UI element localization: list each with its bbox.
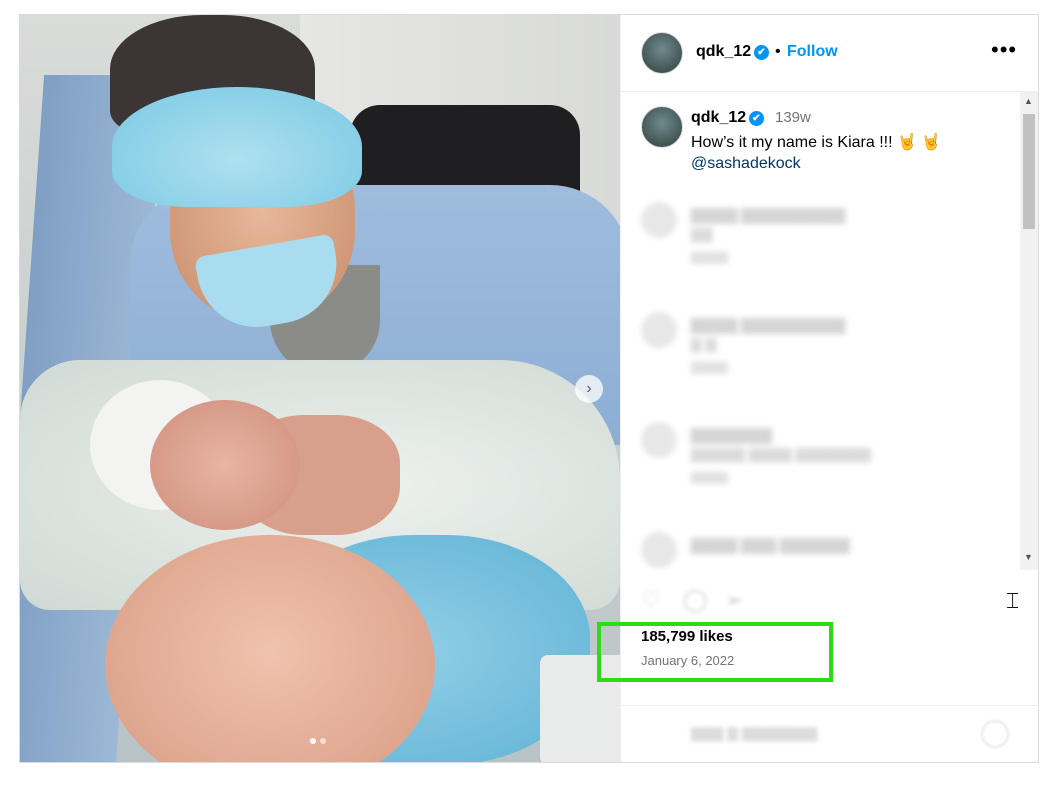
emoji-icon[interactable] (981, 720, 1009, 748)
comments-scrollbar[interactable]: ▲ ▼ (1020, 92, 1038, 570)
comment-text: ▇▇▇▇▇ ▇▇▇▇ ▇▇▇▇▇▇▇ (691, 446, 872, 462)
carousel-dot (320, 738, 326, 744)
author-username[interactable]: qdk_12 (696, 43, 751, 61)
comment-meta: ▇▇▇▇ (691, 360, 728, 374)
comment-item: ▇▇▇▇▇▇▇ ▇▇▇▇▇ ▇▇▇▇ ▇▇▇▇▇▇▇ ▇▇▇▇ (641, 422, 1001, 512)
follow-button[interactable]: Follow (787, 43, 838, 61)
comment-icon[interactable]: ◯ (683, 587, 708, 613)
add-comment-bar: ▇▇▇ ▇ ▇▇▇▇▇▇▇ (621, 705, 1039, 762)
comment-meta: ▇▇▇▇ (691, 470, 728, 484)
comment-text: ▇▇ (691, 226, 713, 242)
post-card: › qdk_12 ✔ • Follow ••• qdk_12 ✔ 139w Ho… (19, 14, 1039, 763)
caption-mention-link[interactable]: @sashadekock (691, 155, 801, 173)
scroll-up-icon[interactable]: ▲ (1024, 96, 1033, 106)
comment-meta: ▇▇▇▇ (691, 250, 728, 264)
share-icon[interactable]: ➢ (725, 587, 743, 613)
comment-text: ▇ ▇ (691, 336, 717, 352)
scrollbar-thumb[interactable] (1023, 114, 1035, 229)
comment-avatar (641, 312, 677, 348)
caption-username[interactable]: qdk_12 (691, 109, 746, 127)
verified-badge-icon: ✔ (754, 45, 769, 60)
comment-username: ▇▇▇▇ ▇▇▇▇▇▇▇▇▇ (691, 317, 846, 334)
post-header: qdk_12 ✔ • Follow ••• (621, 15, 1039, 92)
highlight-box (597, 622, 833, 682)
bookmark-icon[interactable]: ⌶ (1006, 588, 1019, 614)
post-photo[interactable]: › (20, 15, 620, 762)
caption-timestamp[interactable]: 139w (775, 109, 811, 126)
carousel-next-button[interactable]: › (575, 375, 603, 403)
comment-avatar (641, 202, 677, 238)
comments-section[interactable]: qdk_12 ✔ 139w How’s it my name is Kiara … (621, 92, 1039, 570)
carousel-indicator (310, 738, 326, 744)
comment-item: ▇▇▇▇ ▇▇▇▇▇▇▇▇▇ ▇▇ ▇▇▇▇ (641, 202, 1001, 272)
caption-text: How’s it my name is Kiara !!! 🤘 🤘 (691, 134, 942, 151)
more-options-icon[interactable]: ••• (991, 37, 1017, 63)
comment-item: ▇▇▇▇ ▇▇▇▇▇▇▇▇▇ ▇ ▇ ▇▇▇▇ (641, 312, 1001, 382)
comment-avatar (641, 422, 677, 458)
comment-item: ▇▇▇▇ ▇▇▇ ▇▇▇▇▇▇ (641, 532, 1001, 570)
photo-surgical-cap (112, 87, 362, 207)
author-avatar[interactable] (641, 32, 683, 74)
separator-dot: • (775, 43, 781, 60)
comment-input[interactable]: ▇▇▇ ▇ ▇▇▇▇▇▇▇ (691, 725, 817, 742)
comment-username: ▇▇▇▇ ▇▇▇ ▇▇▇▇▇▇ (691, 537, 850, 554)
photo-baby-face (150, 400, 300, 530)
heart-icon[interactable]: ♡ (641, 587, 661, 613)
caption-avatar[interactable] (641, 106, 683, 148)
comment-username: ▇▇▇▇▇▇▇ (691, 427, 772, 444)
verified-badge-icon: ✔ (749, 111, 764, 126)
comment-username: ▇▇▇▇ ▇▇▇▇▇▇▇▇▇ (691, 207, 846, 224)
comment-avatar (641, 532, 677, 568)
action-bar: ♡ ◯ ➢ (621, 575, 1039, 625)
carousel-dot-active (310, 738, 316, 744)
chevron-right-icon: › (586, 380, 592, 397)
scroll-down-icon[interactable]: ▼ (1024, 552, 1033, 562)
